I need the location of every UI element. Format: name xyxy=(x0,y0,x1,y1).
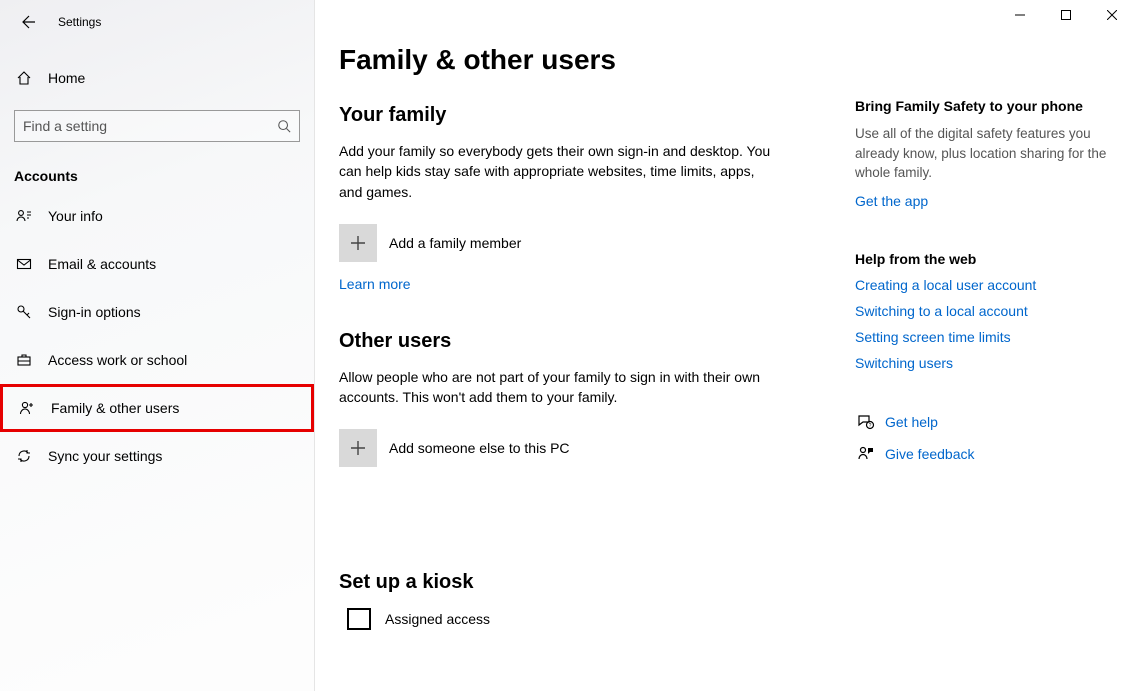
plus-box xyxy=(339,224,377,262)
minimize-icon xyxy=(1015,10,1025,20)
svg-text:?: ? xyxy=(869,423,872,429)
promo-heading: Bring Family Safety to your phone xyxy=(855,98,1115,114)
sidebar-item-your-info[interactable]: Your info xyxy=(0,192,314,240)
help-chat-icon: ? xyxy=(855,413,877,431)
maximize-button[interactable] xyxy=(1043,0,1089,30)
key-icon xyxy=(14,304,34,320)
help-link[interactable]: Switching to a local account xyxy=(855,303,1115,319)
get-help-link: Get help xyxy=(885,414,938,430)
plus-icon xyxy=(349,439,367,457)
help-link[interactable]: Creating a local user account xyxy=(855,277,1115,293)
sidebar-item-access-work-school[interactable]: Access work or school xyxy=(0,336,314,384)
plus-icon xyxy=(349,234,367,252)
arrow-left-icon xyxy=(20,14,36,30)
other-users-desc: Allow people who are not part of your fa… xyxy=(339,367,779,408)
window-controls xyxy=(997,0,1135,30)
minimize-button[interactable] xyxy=(997,0,1043,30)
help-link[interactable]: Setting screen time limits xyxy=(855,329,1115,345)
home-icon xyxy=(14,70,34,86)
add-family-member-label: Add a family member xyxy=(389,235,521,251)
search-container xyxy=(14,110,300,142)
assigned-access-button[interactable]: Assigned access xyxy=(339,608,855,630)
other-users-heading: Other users xyxy=(339,330,855,353)
back-button[interactable] xyxy=(14,8,42,36)
close-button[interactable] xyxy=(1089,0,1135,30)
person-add-icon xyxy=(17,400,37,416)
sidebar-home[interactable]: Home xyxy=(0,58,314,98)
sidebar-item-label: Sign-in options xyxy=(48,304,141,320)
add-family-member-button[interactable]: Add a family member xyxy=(339,224,855,262)
titlebar: Settings xyxy=(0,0,314,44)
your-family-desc: Add your family so everybody gets their … xyxy=(339,141,779,202)
sidebar-item-label: Email & accounts xyxy=(48,256,156,272)
briefcase-icon xyxy=(14,352,34,368)
window-title: Settings xyxy=(58,15,101,29)
sidebar: Settings Home Accounts Your info Email &… xyxy=(0,0,315,691)
search-input[interactable] xyxy=(23,118,277,134)
give-feedback-row[interactable]: Give feedback xyxy=(855,445,1115,463)
sidebar-item-label: Your info xyxy=(48,208,103,224)
your-family-heading: Your family xyxy=(339,104,855,127)
person-lines-icon xyxy=(14,208,34,224)
promo-desc: Use all of the digital safety features y… xyxy=(855,124,1115,183)
give-feedback-link: Give feedback xyxy=(885,446,975,462)
right-rail: Bring Family Safety to your phone Use al… xyxy=(855,0,1135,691)
plus-box xyxy=(339,429,377,467)
get-the-app-link[interactable]: Get the app xyxy=(855,193,1115,209)
search-box[interactable] xyxy=(14,110,300,142)
learn-more-link[interactable]: Learn more xyxy=(339,276,411,292)
assigned-access-label: Assigned access xyxy=(385,611,490,627)
help-web-heading: Help from the web xyxy=(855,251,1115,267)
add-other-user-label: Add someone else to this PC xyxy=(389,440,570,456)
sync-icon xyxy=(14,448,34,464)
sidebar-item-family-other-users[interactable]: Family & other users xyxy=(0,384,314,432)
kiosk-heading: Set up a kiosk xyxy=(339,571,855,594)
sidebar-item-sync-settings[interactable]: Sync your settings xyxy=(0,432,314,480)
help-link[interactable]: Switching users xyxy=(855,355,1115,371)
sidebar-item-label: Access work or school xyxy=(48,352,187,368)
sidebar-home-label: Home xyxy=(48,70,85,86)
sidebar-item-label: Family & other users xyxy=(51,400,179,416)
sidebar-section-header: Accounts xyxy=(14,168,314,184)
page-title: Family & other users xyxy=(339,44,855,76)
search-icon xyxy=(277,119,291,133)
kiosk-icon xyxy=(347,608,371,630)
sidebar-item-label: Sync your settings xyxy=(48,448,162,464)
content-column: Family & other users Your family Add you… xyxy=(315,0,855,691)
maximize-icon xyxy=(1061,10,1071,20)
sidebar-item-signin-options[interactable]: Sign-in options xyxy=(0,288,314,336)
get-help-row[interactable]: ? Get help xyxy=(855,413,1115,431)
main-area: Family & other users Your family Add you… xyxy=(315,0,1135,691)
sidebar-item-email-accounts[interactable]: Email & accounts xyxy=(0,240,314,288)
close-icon xyxy=(1107,10,1117,20)
mail-icon xyxy=(14,256,34,272)
add-other-user-button[interactable]: Add someone else to this PC xyxy=(339,429,855,467)
feedback-icon xyxy=(855,445,877,463)
